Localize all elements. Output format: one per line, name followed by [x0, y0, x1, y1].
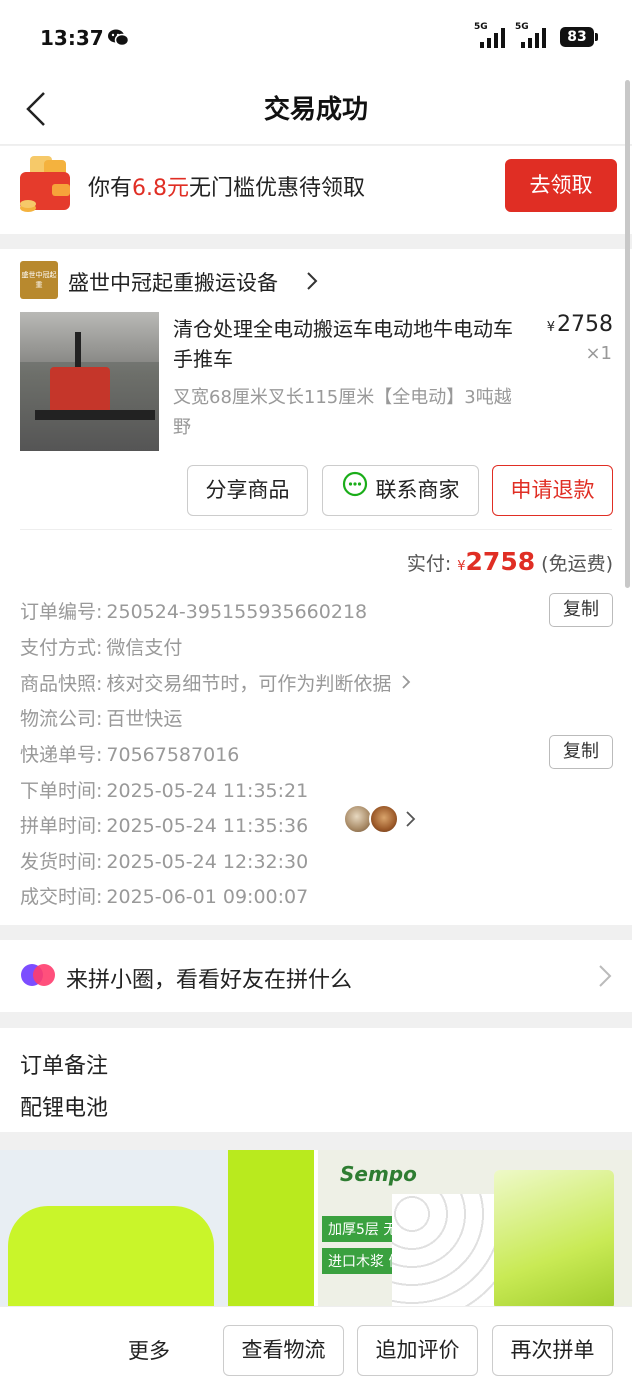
order-number: 250524-395155935660218: [106, 601, 368, 623]
friend-circle-entry[interactable]: 来拼小圈，看看好友在拼什么: [0, 940, 632, 1012]
chevron-right-icon: [402, 675, 411, 689]
order-number-row: 订单编号: 250524-395155935660218: [20, 597, 367, 624]
logistics-company-row: 物流公司: 百世快运: [20, 704, 182, 731]
signal-label: 5G: [515, 22, 529, 32]
coupon-prefix: 你有: [88, 176, 133, 201]
request-refund-button[interactable]: 申请退款: [492, 465, 613, 516]
info-label: 订单编号:: [20, 601, 103, 623]
ship-time-row: 发货时间: 2025-05-24 12:32:30: [20, 847, 308, 874]
product-spec: 叉宽68厘米叉长115厘米【全电动】3吨越野: [173, 387, 512, 438]
info-label: 支付方式:: [20, 637, 103, 659]
paid-amount: 实付: ¥2758 (免运费): [407, 547, 613, 576]
shop-name[interactable]: 盛世中冠起重搬运设备: [68, 267, 278, 297]
coupon-banner: 你有6.8元无门槛优惠待领取 去领取: [0, 146, 632, 234]
status-indicators: 5G 5G 83: [474, 22, 598, 48]
group-time: 2025-05-24 11:35:36: [106, 815, 309, 837]
share-product-button[interactable]: 分享商品: [187, 465, 308, 516]
info-label: 物流公司:: [20, 708, 103, 730]
remark-value: 配锂电池: [20, 1096, 109, 1121]
payment-method: 微信支付: [106, 637, 183, 659]
more-button[interactable]: 更多: [128, 1335, 170, 1365]
copy-order-number-button[interactable]: 复制: [549, 593, 613, 627]
paid-symbol: ¥: [457, 559, 466, 574]
coupon-text: 你有6.8元无门槛优惠待领取: [88, 170, 365, 202]
status-bar: 13:37 5G 5G 83: [0, 0, 632, 75]
copy-tracking-number-button[interactable]: 复制: [549, 735, 613, 769]
add-review-button[interactable]: 追加评价: [357, 1325, 478, 1376]
wechat-icon: [107, 28, 130, 52]
paid-value: 2758: [465, 547, 536, 576]
product-image[interactable]: [20, 312, 159, 451]
claim-coupon-button[interactable]: 去领取: [505, 159, 617, 212]
status-time: 13:37: [40, 26, 104, 50]
view-logistics-button[interactable]: 查看物流: [223, 1325, 344, 1376]
info-label: 下单时间:: [20, 780, 103, 802]
ad-brand: Sempo: [340, 1162, 417, 1186]
coupon-amount: 6.8元: [132, 176, 190, 201]
logistics-company: 百世快运: [106, 708, 183, 730]
ship-time: 2025-05-24 12:32:30: [106, 851, 309, 873]
info-label: 商品快照:: [20, 673, 103, 695]
signal-icon: 5G: [515, 22, 546, 48]
deal-time: 2025-06-01 09:00:07: [106, 886, 309, 908]
snapshot-row[interactable]: 商品快照: 核对交易细节时，可作为判断依据: [20, 669, 411, 696]
deal-time-row: 成交时间: 2025-06-01 09:00:07: [20, 882, 308, 909]
recommended-product-tissue[interactable]: Sempo 加厚5层 无芯卷纸 进口木浆 健康亲肤: [318, 1150, 632, 1310]
wallet-icon: [18, 154, 76, 216]
shipping-note: (免运费): [541, 553, 613, 575]
coupon-suffix: 无门槛优惠待领取: [189, 176, 366, 201]
product-price: ¥2758: [547, 312, 613, 337]
product-title[interactable]: 清仓处理全电动搬运车电动地牛电动车手推车: [173, 314, 513, 374]
price-value: 2758: [557, 312, 613, 337]
shop-logo-text: 盛世中冠起重: [21, 271, 57, 289]
info-label: 快递单号:: [20, 744, 103, 766]
info-label: 成交时间:: [20, 886, 103, 908]
page-title: 交易成功: [263, 95, 368, 125]
recommended-product-tshirt[interactable]: [0, 1150, 314, 1310]
chat-icon: [342, 466, 368, 515]
tracking-number-row: 快递单号: 70567587016: [20, 740, 239, 767]
chevron-right-icon: [598, 964, 612, 992]
order-card: 盛世中冠起重 盛世中冠起重搬运设备 清仓处理全电动搬运车电动地牛电动车手推车 叉…: [0, 249, 632, 925]
shop-logo[interactable]: 盛世中冠起重: [20, 261, 58, 299]
snapshot-link[interactable]: 核对交易细节时，可作为判断依据: [106, 673, 391, 695]
order-time: 2025-05-24 11:35:21: [106, 780, 309, 802]
group-members[interactable]: [343, 804, 417, 834]
contact-seller-button[interactable]: 联系商家: [322, 465, 479, 516]
recommendation-strip: Sempo 加厚5层 无芯卷纸 进口木浆 健康亲肤: [0, 1150, 632, 1310]
remark-title: 订单备注: [20, 1054, 109, 1079]
nav-bar: 交易成功: [0, 75, 632, 145]
friend-circle-text: 来拼小圈，看看好友在拼什么: [66, 968, 353, 993]
divider: [20, 529, 612, 530]
signal-label: 5G: [474, 22, 488, 32]
chevron-right-icon: [406, 811, 416, 827]
info-label: 拼单时间:: [20, 815, 103, 837]
battery-icon: 83: [560, 27, 598, 47]
order-remark: 订单备注 配锂电池: [0, 1028, 632, 1132]
chevron-right-icon[interactable]: [306, 271, 318, 295]
circle-logo-icon: [20, 962, 56, 992]
price-symbol: ¥: [546, 320, 555, 335]
product-quantity: ×1: [585, 343, 612, 364]
order-time-row: 下单时间: 2025-05-24 11:35:21: [20, 776, 308, 803]
contact-seller-label: 联系商家: [375, 478, 460, 502]
signal-icon: 5G: [474, 22, 505, 48]
paid-label: 实付:: [406, 553, 452, 575]
reorder-button[interactable]: 再次拼单: [492, 1325, 613, 1376]
info-label: 发货时间:: [20, 851, 103, 873]
avatar: [369, 804, 399, 834]
payment-method-row: 支付方式: 微信支付: [20, 633, 182, 660]
bottom-action-bar: 更多 查看物流 追加评价 再次拼单: [0, 1306, 632, 1390]
scrollbar[interactable]: [625, 80, 630, 588]
tracking-number: 70567587016: [106, 744, 240, 766]
group-time-row: 拼单时间: 2025-05-24 11:35:36: [20, 811, 308, 838]
battery-level: 83: [560, 27, 594, 47]
